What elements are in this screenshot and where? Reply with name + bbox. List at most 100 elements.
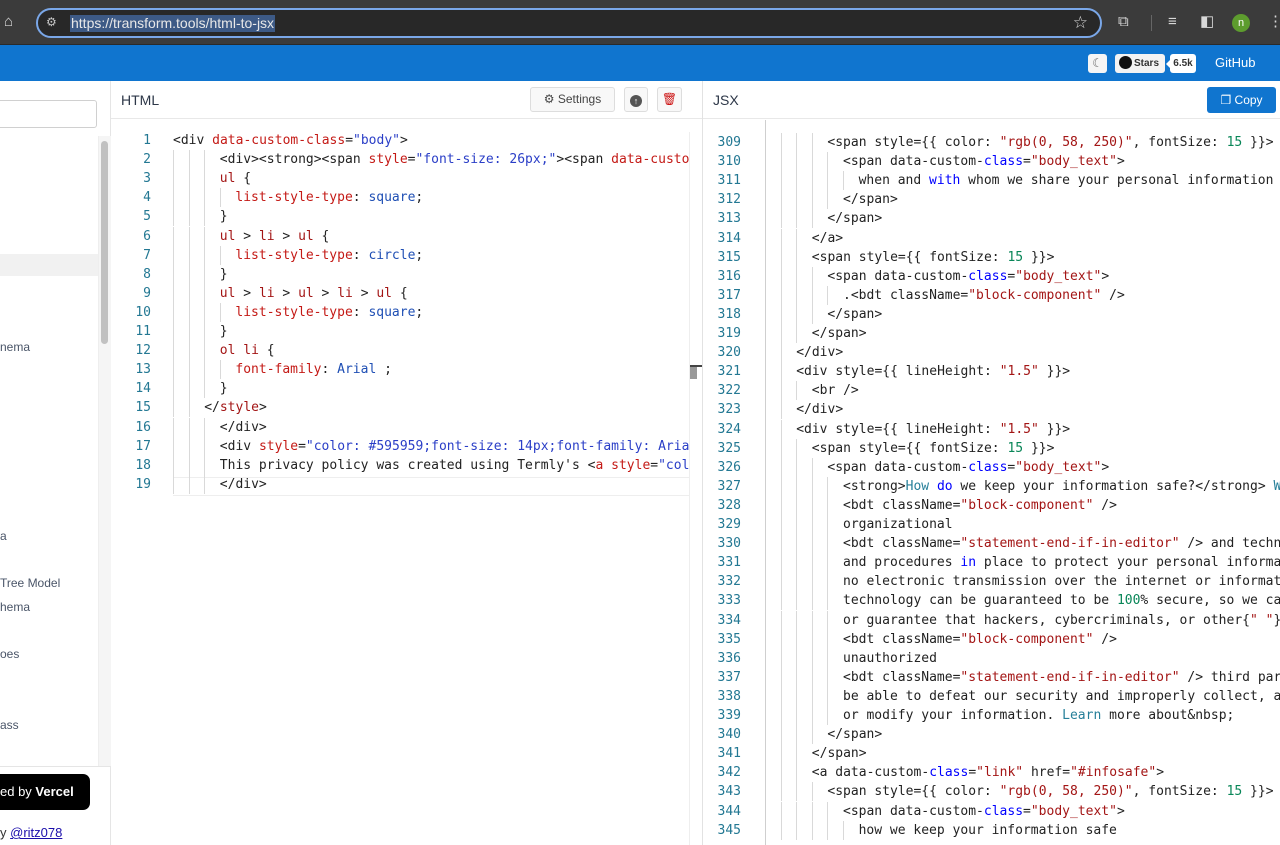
code-line[interactable]: 18 This privacy policy was created using … (111, 456, 689, 475)
code-line[interactable]: 312 </span> (703, 190, 1280, 209)
code-line[interactable]: 317 .<bdt className="block-component" /> (703, 286, 1280, 305)
html-editor[interactable]: 1 <div data-custom-class="body"> 2 <div><st… (111, 120, 689, 845)
code-line[interactable]: 17 <div style="color: #595959;font-size: … (111, 437, 689, 456)
code-line[interactable]: 15 </style> (111, 398, 689, 417)
code-line[interactable]: 333 technology can be guaranteed to be 10… (703, 591, 1280, 610)
jsx-editor[interactable]: 309 <span style={{ color: "rgb(0, 58, 250… (703, 120, 1280, 845)
sidebar-scrollbar-thumb[interactable] (101, 141, 108, 344)
code-line[interactable]: 345 how we keep your information safe (703, 821, 1280, 840)
code-line[interactable]: 319 </span> (703, 324, 1280, 343)
code-line[interactable]: 323 </div> (703, 400, 1280, 419)
home-icon[interactable]: ⌂ (4, 13, 20, 31)
url-text[interactable]: https://transform.tools/html-to-jsx (70, 15, 276, 32)
stars-count[interactable]: 6.5k (1166, 54, 1196, 73)
code-line[interactable]: 322 <br /> (703, 381, 1280, 400)
code-line[interactable]: 6 ul > li > ul { (111, 227, 689, 246)
code-line[interactable]: 9 ul > li > ul > li > ul { (111, 284, 689, 303)
powered-by-vercel-badge[interactable]: ed by Vercel (0, 774, 90, 810)
sidebar-item-selected[interactable] (0, 254, 98, 276)
code-line[interactable]: 337 <bdt className="statement-end-if-in-e… (703, 668, 1280, 687)
upload-button[interactable]: ↑ (624, 87, 648, 112)
line-number: 320 (717, 345, 741, 361)
code-line[interactable]: 343 <span style={{ color: "rgb(0, 58, 250… (703, 782, 1280, 801)
code-line[interactable]: 341 </span> (703, 744, 1280, 763)
code-line[interactable]: 2 <div><strong><span style="font-size: 26… (111, 150, 689, 169)
code-line[interactable]: 3 ul { (111, 169, 689, 188)
sidebar-item[interactable]: oes (0, 647, 19, 661)
dark-mode-toggle-icon[interactable]: ☾ (1088, 54, 1107, 73)
code-line[interactable]: 311 when and with whom we share your pers… (703, 171, 1280, 190)
github-link[interactable]: GitHub (1215, 55, 1255, 70)
code-token: > (352, 285, 377, 301)
code-token: 100 (1116, 593, 1141, 609)
author-link[interactable]: @ritz078 (10, 825, 62, 840)
indent-guide (188, 283, 190, 303)
html-editor-scrollbar[interactable] (689, 132, 702, 845)
indent-guide (780, 133, 782, 152)
reading-list-icon[interactable]: ≡ (1168, 13, 1177, 31)
code-line[interactable]: 328 <bdt className="block-component" /> (703, 496, 1280, 515)
code-line[interactable]: 316 <span data-custom-class="body_text"> (703, 267, 1280, 286)
code-line[interactable]: 321 <div style={{ lineHeight: "1.5" }}> (703, 362, 1280, 381)
sidebar-search-input[interactable] (0, 100, 97, 128)
code-line[interactable]: 16 </div> (111, 418, 689, 437)
sidebar-item[interactable]: ass (0, 718, 19, 732)
code-line[interactable]: 320 </div> (703, 343, 1280, 362)
sidebar-item[interactable]: Tree Model (0, 576, 60, 590)
code-line[interactable]: 338 be able to defeat our security and im… (703, 687, 1280, 706)
code-line[interactable]: 12 ol li { (111, 341, 689, 360)
extensions-icon[interactable]: ⧉ (1118, 13, 1129, 31)
clear-button[interactable]: 🗑 (657, 87, 682, 112)
code-line[interactable]: 10 list-style-type: square; (111, 303, 689, 322)
code-token: <span style={{ fontSize: (811, 440, 1008, 456)
copy-button[interactable]: ❐ Copy (1207, 87, 1276, 113)
code-line[interactable]: 7 list-style-type: circle; (111, 246, 689, 265)
code-line[interactable]: 14} (111, 379, 689, 398)
sidebar-item[interactable]: nema (0, 340, 30, 354)
code-line[interactable]: 5} (111, 207, 689, 226)
code-line[interactable]: 339 or modify your information. Learn mor… (703, 706, 1280, 725)
code-line[interactable]: 331 and procedures in place to protect yo… (703, 553, 1280, 572)
code-line[interactable]: 13 font-family: Arial ; (111, 360, 689, 379)
code-line[interactable]: 1 <div data-custom-class="body"> (111, 131, 689, 150)
code-line[interactable]: 324 <div style={{ lineHeight: "1.5" }}> (703, 420, 1280, 439)
sidebar-item[interactable]: hema (0, 600, 30, 614)
line-number: 5 (143, 209, 151, 225)
more-menu-icon[interactable]: ⋮ (1268, 13, 1280, 31)
github-stars-button[interactable]: Stars (1115, 54, 1165, 73)
site-settings-icon[interactable]: ⚙ (46, 15, 62, 31)
code-line[interactable]: 330 <bdt className="statement-end-if-in-e… (703, 534, 1280, 553)
indent-guide (204, 360, 206, 380)
indent-guide (188, 245, 190, 265)
code-line[interactable]: 318 </span> (703, 305, 1280, 324)
code-line[interactable]: 340 </span> (703, 725, 1280, 744)
code-token: li (258, 285, 275, 301)
code-line[interactable]: 315 <span style={{ fontSize: 15 }}> (703, 248, 1280, 267)
code-line[interactable]: 19 </div> (111, 475, 689, 494)
code-line[interactable]: 8} (111, 265, 689, 284)
code-line[interactable]: 334 or guarantee that hackers, cybercrimi… (703, 611, 1280, 630)
code-line[interactable]: 342 <a data-custom-class="link" href="#in… (703, 763, 1280, 782)
code-line[interactable]: 313 </span> (703, 209, 1280, 228)
bookmark-star-icon[interactable]: ☆ (1073, 13, 1088, 33)
side-panel-icon[interactable]: ◧ (1200, 13, 1214, 31)
code-line[interactable]: 336 unauthorized (703, 649, 1280, 668)
code-line[interactable]: 335 <bdt className="block-component" /> (703, 630, 1280, 649)
code-line[interactable]: 4 list-style-type: square; (111, 188, 689, 207)
code-line[interactable]: 329 organizational (703, 515, 1280, 534)
settings-button[interactable]: ⚙ Settings (530, 87, 615, 112)
code-line[interactable]: 310 <span data-custom-class="body_text"> (703, 152, 1280, 171)
code-text: ul { (220, 169, 251, 188)
sidebar-item[interactable]: a (0, 529, 7, 543)
code-token: <a data-custom- (811, 765, 930, 781)
code-line[interactable]: 332 no electronic transmission over the i… (703, 572, 1280, 591)
code-line[interactable]: 326 <span data-custom-class="body_text"> (703, 458, 1280, 477)
code-line[interactable]: 325 <span style={{ fontSize: 15 }}> (703, 439, 1280, 458)
code-line[interactable]: 327 <strong>How do we keep your informati… (703, 477, 1280, 496)
address-bar[interactable]: ⚙ https://transform.tools/html-to-jsx ☆ (36, 8, 1102, 38)
code-line[interactable]: 309 <span style={{ color: "rgb(0, 58, 250… (703, 133, 1280, 152)
code-line[interactable]: 344 <span data-custom-class="body_text"> (703, 802, 1280, 821)
profile-avatar[interactable]: n (1232, 14, 1250, 32)
code-line[interactable]: 11} (111, 322, 689, 341)
code-line[interactable]: 314 </a> (703, 229, 1280, 248)
